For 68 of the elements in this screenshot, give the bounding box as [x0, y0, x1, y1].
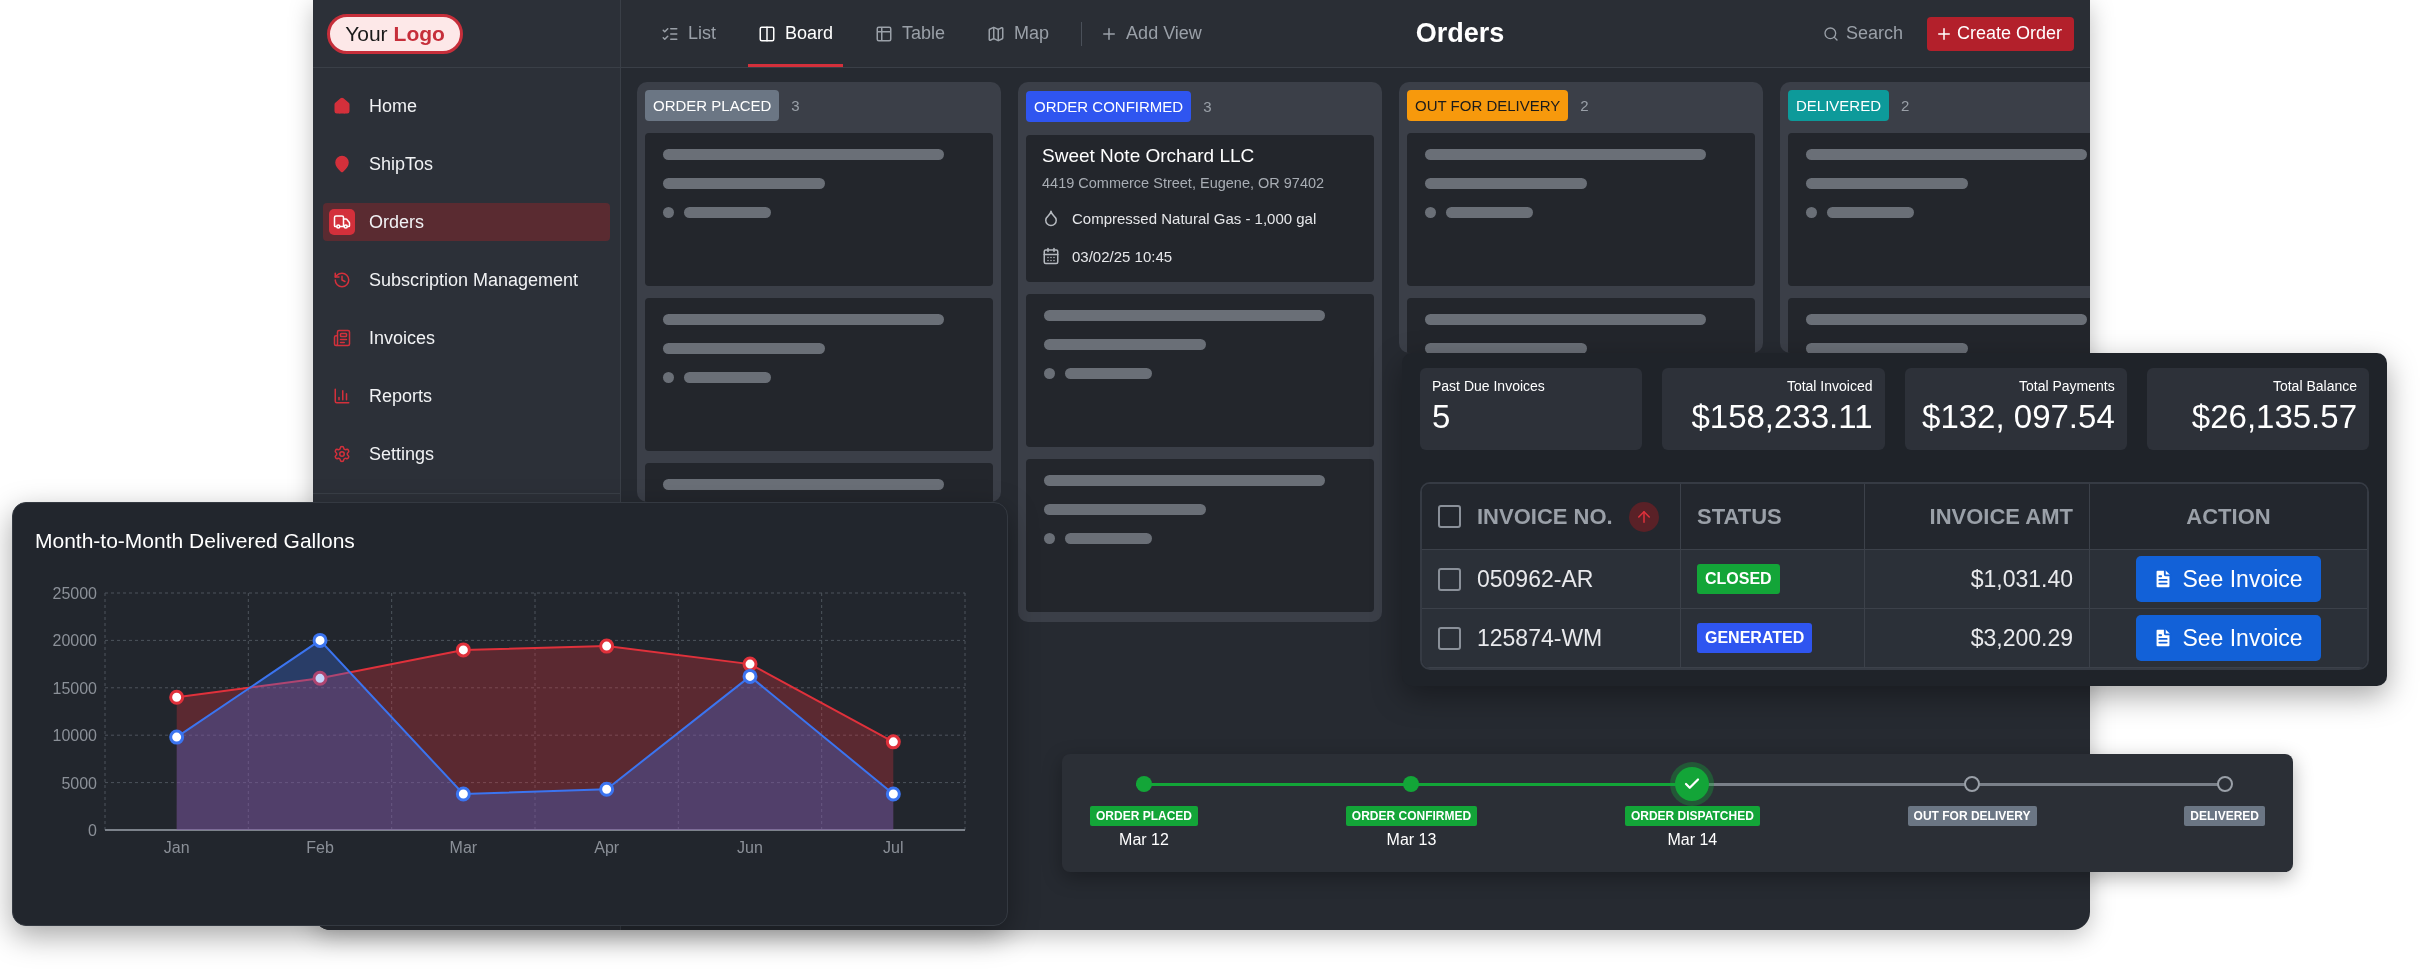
view-tab[interactable]: Table	[865, 0, 956, 67]
card-count: 2	[1580, 97, 1589, 114]
status-tag: GENERATED	[1697, 623, 1813, 653]
sidebar-item[interactable]: Reports	[323, 377, 610, 415]
sidebar-item[interactable]: Home	[323, 87, 610, 125]
chart-title: Month-to-Month Delivered Gallons	[35, 529, 356, 553]
step-label: DELIVERED	[2184, 806, 2265, 826]
column-label: DELIVERED	[1788, 90, 1890, 121]
y-axis-label: 25000	[52, 585, 97, 602]
column-label: ORDER PLACED	[645, 90, 780, 121]
step-label: ORDER CONFIRMED	[1345, 806, 1478, 826]
sidebar-item[interactable]: ShipTos	[323, 145, 610, 183]
stat-value: $132, 097.54	[1922, 398, 2115, 436]
step-label: ORDER DISPATCHED	[1624, 806, 1760, 826]
column-label: ORDER CONFIRMED	[1026, 91, 1192, 122]
date-time: 03/02/25 10:45	[1072, 247, 1173, 265]
step-label: ORDER PLACED	[1090, 806, 1198, 826]
y-axis-label: 20000	[52, 632, 97, 650]
sidebar-item[interactable]: Subscription Management	[323, 261, 610, 299]
view-tab[interactable]: Map	[977, 0, 1060, 67]
view-tab[interactable]: Board	[748, 0, 844, 67]
y-axis-label: 15000	[52, 679, 97, 697]
x-axis-label: Apr	[594, 839, 620, 856]
add-view-button[interactable]: Add View	[1100, 0, 1202, 67]
column-header[interactable]: STATUS	[1697, 503, 1782, 530]
stat-value: $26,135.57	[2191, 398, 2357, 436]
x-axis-label: Jul	[883, 839, 904, 856]
card-count: 3	[791, 97, 800, 114]
y-axis-label: 5000	[61, 774, 97, 792]
order-card[interactable]: Sweet Note Orchard LLC 4419 Commerce Street, Eugene, OR 97402 Compressed Natural Gas - 1,000 gal 03/02/25 10:45	[1026, 135, 1374, 282]
step-date: Mar 14	[1667, 831, 1718, 849]
stat-label: Total Invoiced	[1786, 378, 1873, 394]
stat-label: Total Payments	[2019, 378, 2115, 394]
create-order-button[interactable]: Create Order	[1926, 16, 2074, 51]
sidebar-item[interactable]: Orders	[323, 203, 610, 241]
stat-value: $158,233.11	[1691, 398, 1873, 436]
column-label: OUT FOR DELIVERY	[1407, 90, 1569, 121]
stat-label: Past Due Invoices	[1432, 378, 1545, 394]
x-axis-label: Feb	[306, 839, 334, 856]
x-axis-label: Jan	[163, 839, 190, 856]
see-invoice-button[interactable]: See Invoice	[2136, 556, 2321, 602]
step-date: Mar 12	[1119, 831, 1169, 849]
y-axis-label: 0	[88, 822, 97, 839]
status-tag: CLOSED	[1697, 564, 1780, 594]
step-date: Mar 13	[1386, 831, 1437, 849]
address: 4419 Commerce Street, Eugene, OR 97402	[1042, 175, 1326, 191]
invoice-number: 125874-WM	[1477, 624, 1603, 652]
logo: Your Logo	[327, 13, 463, 54]
y-axis-label: 10000	[52, 727, 97, 745]
card-count: 3	[1203, 98, 1212, 115]
customer-name: Sweet Note Orchard LLC	[1042, 145, 1256, 167]
see-invoice-button[interactable]: See Invoice	[2136, 615, 2321, 661]
search-field[interactable]: Search	[1822, 23, 1903, 44]
x-axis-label: Mar	[449, 839, 478, 856]
invoice-amount: $3,200.29	[1970, 624, 2073, 652]
card-count: 2	[1901, 97, 1910, 114]
invoice-number: 050962-AR	[1477, 565, 1594, 593]
x-axis-label: Jun	[737, 839, 763, 856]
stat-value: 5	[1432, 398, 1451, 436]
invoice-amount: $1,031.40	[1970, 565, 2073, 593]
step-label: OUT FOR DELIVERY	[1907, 806, 2037, 826]
column-header[interactable]: ACTION	[2186, 503, 2271, 530]
sidebar-item[interactable]: Settings	[323, 435, 610, 473]
view-tab[interactable]: List	[651, 0, 726, 67]
product: Compressed Natural Gas - 1,000 gal	[1072, 209, 1317, 227]
page-title: Orders	[1415, 18, 1505, 49]
stat-label: Total Balance	[2272, 378, 2357, 394]
sidebar-item[interactable]: Invoices	[323, 319, 610, 357]
